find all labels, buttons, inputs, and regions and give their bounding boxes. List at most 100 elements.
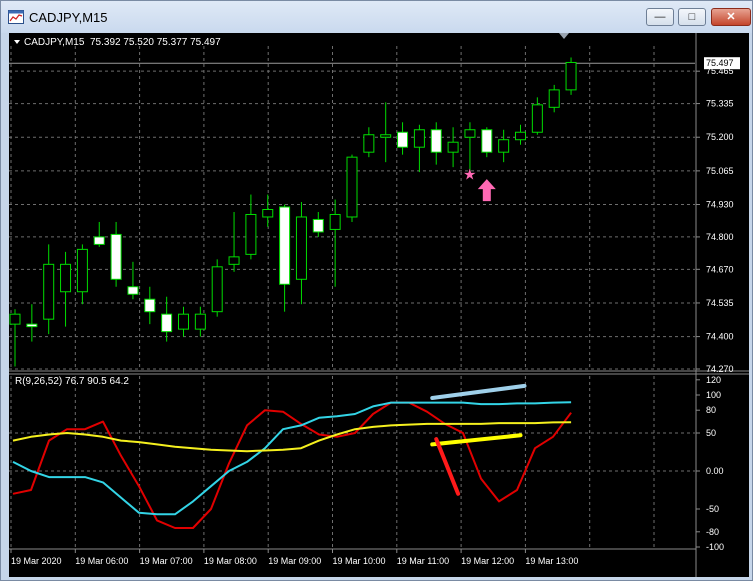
candle	[178, 306, 189, 337]
candle-body-bull	[60, 263, 72, 293]
time-label: 19 Mar 07:00	[140, 556, 193, 566]
candle-body-bear	[93, 236, 105, 245]
candle-body-bull	[262, 209, 274, 218]
candle	[43, 244, 55, 335]
candle	[346, 154, 358, 222]
minimize-button[interactable]: —	[646, 8, 674, 26]
candle-body-bear	[397, 131, 409, 148]
candle-body-bull	[380, 134, 392, 138]
candle	[161, 296, 173, 342]
current-price-label: 75.497	[704, 57, 740, 70]
time-label: 19 Mar 09:00	[268, 556, 321, 566]
candle-body-bear	[144, 298, 156, 313]
candle	[329, 199, 341, 287]
price-tick-label: 74.535	[706, 298, 734, 308]
trendline-red[interactable]	[434, 437, 461, 496]
time-label: 19 Mar 2020	[11, 556, 62, 566]
candle	[531, 97, 543, 135]
candle	[397, 122, 409, 155]
candle	[515, 124, 526, 145]
maximize-icon: □	[688, 11, 696, 23]
candle-body-bear	[161, 313, 173, 333]
candle-body-bull	[9, 313, 21, 325]
candle-body-bull	[76, 248, 88, 293]
candle-body-bull	[194, 313, 206, 330]
price-chart[interactable]: ★ CADJPY,M15 75.392 75.520 75.377 75.497…	[9, 33, 749, 577]
maximize-button[interactable]: □	[678, 8, 706, 26]
close-icon: ✕	[726, 11, 736, 23]
time-label: 19 Mar 13:00	[525, 556, 578, 566]
time-label: 19 Mar 10:00	[333, 556, 386, 566]
time-axis[interactable]: 19 Mar 2020 19 Mar 06:00 19 Mar 07:00 19 Ma…	[10, 549, 578, 566]
chart-shift-marker-icon[interactable]	[559, 33, 569, 39]
candle-body-bull	[565, 61, 577, 91]
candle	[211, 259, 223, 317]
candle	[481, 127, 493, 158]
candle	[279, 204, 291, 312]
terminal-window: CADJPY,M15 — □ ✕ ★ CADJPY,M15 75.392 75.…	[0, 0, 753, 581]
candle	[93, 221, 105, 247]
chart-area[interactable]: ★ CADJPY,M15 75.392 75.520 75.377 75.497…	[9, 33, 749, 577]
indicator-header: R(9,26,52) 76.7 90.5 64.2	[15, 376, 129, 387]
candle-body-bear	[312, 218, 324, 233]
candle	[413, 124, 425, 173]
symbol-label: CADJPY,M15	[24, 37, 85, 48]
candle	[26, 304, 38, 342]
candle-body-bear	[110, 233, 122, 280]
window-title-bar[interactable]: CADJPY,M15 — □ ✕	[1, 1, 752, 33]
indicator-tick-label: -50	[706, 504, 719, 514]
candle	[565, 57, 577, 95]
symbol-menu-arrow-icon[interactable]	[14, 40, 20, 44]
candle	[430, 122, 442, 165]
up-arrow-marker-icon[interactable]	[477, 179, 496, 202]
candle	[295, 202, 307, 305]
indicator-tick-label: 50	[706, 428, 716, 438]
candle	[76, 244, 88, 305]
trendline-lightblue[interactable]	[430, 383, 527, 401]
price-axis[interactable]: 75.46575.33575.20075.06574.93074.80074.6…	[696, 66, 734, 374]
indicator-tick-label: -100	[706, 542, 724, 552]
candle-body-bear	[26, 323, 38, 328]
indicator-axis[interactable]: 120 100 80 50 0.00 -50 -80 -100	[696, 375, 724, 552]
indicator-series-layer	[12, 401, 572, 529]
current-price-value: 75.497	[706, 58, 734, 68]
window-title: CADJPY,M15	[29, 10, 108, 25]
time-label: 19 Mar 12:00	[461, 556, 514, 566]
candle	[447, 127, 459, 168]
price-tick-label: 74.800	[706, 232, 734, 242]
indicator-tick-label: 80	[706, 405, 716, 415]
candle-body-bull	[228, 256, 240, 265]
candle	[127, 261, 139, 300]
star-marker-icon[interactable]: ★	[463, 167, 476, 184]
price-tick-label: 75.335	[706, 99, 734, 109]
candle	[380, 102, 392, 163]
indicator-tick-label: 0.00	[706, 466, 724, 476]
candle	[228, 211, 240, 272]
drawn-objects-layer[interactable]: ★	[430, 167, 527, 496]
candle-body-bull	[515, 131, 526, 141]
candle-body-bull	[531, 104, 543, 133]
candle-body-bear	[481, 129, 493, 153]
candle	[464, 122, 476, 173]
price-tick-label: 74.400	[706, 332, 734, 342]
candle	[548, 84, 560, 113]
candle-body-bull	[413, 129, 425, 148]
minimize-icon: —	[654, 11, 666, 23]
candle	[498, 129, 510, 163]
candle-body-bull	[346, 156, 358, 218]
price-tick-label: 75.200	[706, 132, 734, 142]
time-label: 19 Mar 11:00	[397, 556, 449, 566]
indicator-tick-label: 120	[706, 375, 721, 385]
indicator-grid	[9, 376, 695, 547]
candle	[245, 194, 257, 260]
candle-body-bull	[363, 134, 375, 153]
close-button[interactable]: ✕	[711, 8, 751, 26]
candle	[312, 211, 324, 237]
price-tick-label: 75.065	[706, 166, 734, 176]
ohlc-values: 75.392 75.520 75.377 75.497	[90, 37, 221, 48]
trendline-yellow[interactable]	[430, 433, 523, 447]
candle-body-bear	[279, 206, 291, 285]
candle	[262, 194, 274, 227]
candle-body-bull	[211, 266, 223, 313]
candle-body-bear	[430, 129, 442, 153]
